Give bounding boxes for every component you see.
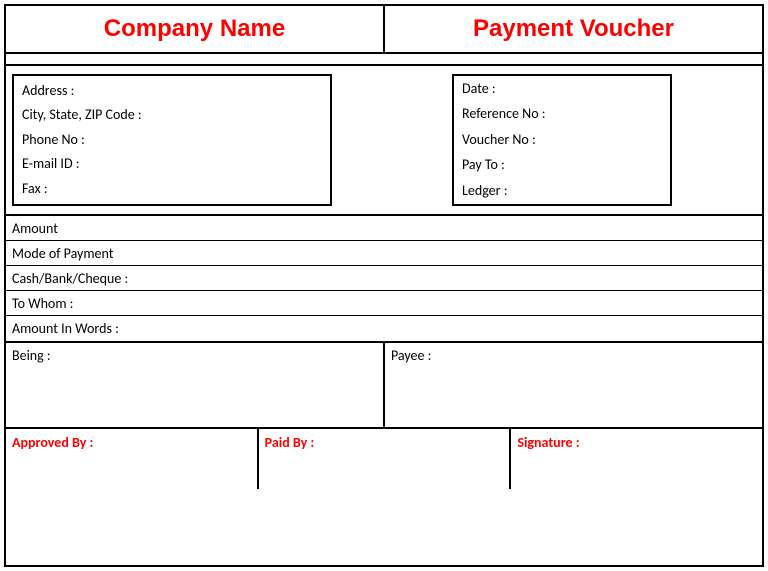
header-row: Company Name Payment Voucher	[6, 6, 762, 54]
amount-words-row: Amount In Words :	[6, 316, 762, 341]
company-name: Company Name	[104, 15, 285, 43]
amount-row: Amount	[6, 216, 762, 241]
payee-label: Payee :	[391, 347, 431, 364]
signature-section: Approved By : Paid By : Signature :	[6, 429, 762, 489]
being-payee-section: Being : Payee :	[6, 343, 762, 429]
to-whom-row: To Whom :	[6, 291, 762, 316]
company-name-cell: Company Name	[6, 6, 385, 54]
paid-by-label: Paid By :	[265, 434, 315, 451]
cash-bank-row: Cash/Bank/Cheque :	[6, 266, 762, 291]
ref-no-label: Reference No :	[462, 105, 662, 123]
voucher-no-label: Voucher No :	[462, 131, 662, 149]
mode-row: Mode of Payment	[6, 241, 762, 266]
voucher-title: Payment Voucher	[473, 15, 674, 43]
approved-by-label: Approved By :	[12, 434, 93, 451]
fax-label: Fax :	[22, 180, 322, 198]
date-label: Date :	[462, 80, 662, 98]
payee-cell: Payee :	[385, 343, 762, 427]
info-section: Address : City, State, ZIP Code : Phone …	[6, 66, 762, 216]
being-cell: Being :	[6, 343, 385, 427]
voucher-title-cell: Payment Voucher	[385, 6, 762, 54]
paid-by-cell: Paid By :	[259, 429, 512, 489]
email-label: E-mail ID :	[22, 155, 322, 173]
payment-voucher: Company Name Payment Voucher Address : C…	[4, 4, 764, 567]
ledger-label: Ledger :	[462, 182, 662, 200]
voucher-info-box: Date : Reference No : Voucher No : Pay T…	[452, 74, 672, 206]
company-info-box: Address : City, State, ZIP Code : Phone …	[12, 74, 332, 206]
address-label: Address :	[22, 82, 322, 100]
details-section: Amount Mode of Payment Cash/Bank/Cheque …	[6, 216, 762, 343]
being-label: Being :	[12, 347, 51, 364]
signature-cell: Signature :	[511, 429, 762, 489]
pay-to-label: Pay To :	[462, 156, 662, 174]
signature-label: Signature :	[517, 434, 579, 451]
phone-label: Phone No :	[22, 131, 322, 149]
city-state-label: City, State, ZIP Code :	[22, 106, 322, 124]
spacer-row	[6, 54, 762, 66]
approved-by-cell: Approved By :	[6, 429, 259, 489]
